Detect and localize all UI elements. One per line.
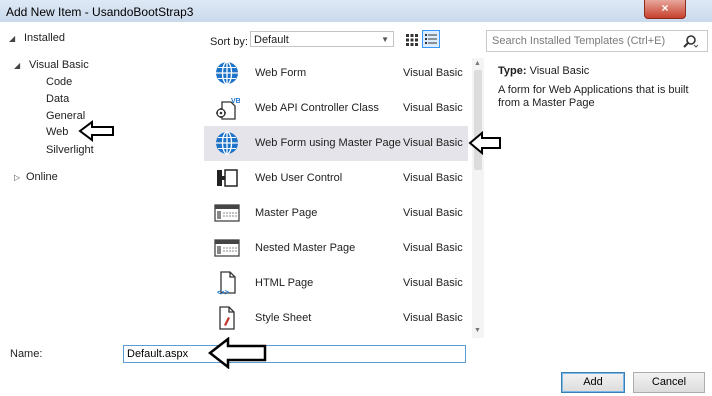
template-category-tree: ◢ Installed ◢ Visual Basic Code Data Gen… [4,28,201,340]
template-name: Web Form [255,67,307,79]
template-list-panel: Sort by: Default ▼ Web Form Visual Basic… [204,28,501,340]
collapse-triangle-icon[interactable]: ◢ [9,34,15,43]
sort-by-label: Sort by: [210,36,248,48]
type-value: Visual Basic [529,65,590,77]
template-row-nested-master-page[interactable]: Nested Master Page Visual Basic [204,231,468,266]
template-language: Visual Basic [403,102,463,114]
html-page-icon: <•> [217,271,236,296]
search-icon[interactable] [682,34,698,50]
template-name: Web Form using Master Page [255,137,401,149]
scroll-up-icon[interactable]: ▲ [474,60,481,67]
details-panel: Search Installed Templates (Ctrl+E) Type… [486,28,712,340]
template-list-scrollbar[interactable]: ▲ ▼ [472,58,484,338]
list-view-button[interactable] [422,30,440,48]
template-list: Web Form Visual Basic VB Web API Control… [204,56,468,338]
template-language: Visual Basic [403,312,463,324]
window-title: Add New Item - UsandoBootStrap3 [6,5,194,19]
chevron-down-icon: ▼ [381,35,389,44]
master-page-icon [214,239,240,257]
title-bar: Add New Item - UsandoBootStrap3 × [0,0,712,22]
style-sheet-icon [219,306,235,330]
sort-by-value: Default [254,34,289,46]
template-row-web-form-master[interactable]: Web Form using Master Page Visual Basic [204,126,468,161]
svg-text:<•>: <•> [217,288,229,296]
user-control-icon [217,169,238,187]
search-placeholder: Search Installed Templates (Ctrl+E) [492,35,666,47]
template-language: Visual Basic [403,207,463,219]
type-label: Type: [498,65,527,77]
grid-view-icon[interactable] [404,32,420,48]
svg-text:VB: VB [231,98,240,105]
close-button[interactable]: × [644,0,686,19]
scroll-down-icon[interactable]: ▼ [474,327,481,334]
template-row-html-page[interactable]: <•> HTML Page Visual Basic [204,266,468,301]
add-button[interactable]: Add [561,372,625,393]
search-templates-input[interactable]: Search Installed Templates (Ctrl+E) [486,30,708,52]
template-name: Nested Master Page [255,242,356,254]
template-language: Visual Basic [403,137,463,149]
template-description: A form for Web Applications that is buil… [498,84,689,109]
arrow-callout-icon [78,120,114,142]
tree-item-code[interactable]: Code [46,76,72,88]
master-page-icon [214,204,240,222]
cancel-button[interactable]: Cancel [633,372,705,393]
installed-header[interactable]: ◢ Installed [4,28,201,48]
template-row-web-api-controller[interactable]: VB Web API Controller Class Visual Basic [204,91,468,126]
template-name: Web API Controller Class [255,102,379,114]
expand-triangle-icon[interactable]: ◢ [14,61,20,70]
template-language: Visual Basic [403,67,463,79]
template-language: Visual Basic [403,277,463,289]
installed-label: Installed [24,32,65,44]
list-view-icon [425,34,437,44]
scrollbar-thumb[interactable] [474,70,482,170]
template-language: Visual Basic [403,172,463,184]
arrow-callout-icon [208,337,267,369]
template-row-web-user-control[interactable]: Web User Control Visual Basic [204,161,468,196]
template-row-web-form[interactable]: Web Form Visual Basic [204,56,468,91]
sort-by-dropdown[interactable]: Default ▼ [250,31,394,47]
tree-item-web[interactable]: Web [46,126,68,138]
expand-triangle-icon[interactable]: ▷ [14,173,20,182]
tree-item-visual-basic[interactable]: Visual Basic [29,59,89,71]
template-name: Web User Control [255,172,343,184]
tree-item-online[interactable]: Online [26,171,58,183]
vb-class-icon: VB [216,98,240,120]
template-name: Style Sheet [255,312,312,324]
template-row-master-page[interactable]: Master Page Visual Basic [204,196,468,231]
name-label: Name: [10,348,43,360]
globe-icon [216,61,238,85]
template-name: Master Page [255,207,318,219]
template-type: Type: Visual Basic [498,65,589,77]
name-input[interactable]: Default.aspx [123,345,466,363]
template-language: Visual Basic [403,242,463,254]
template-name: HTML Page [255,277,314,289]
tree-item-data[interactable]: Data [46,93,69,105]
tree-item-silverlight[interactable]: Silverlight [46,144,94,156]
globe-icon [216,131,238,155]
template-row-style-sheet[interactable]: Style Sheet Visual Basic [204,301,468,336]
